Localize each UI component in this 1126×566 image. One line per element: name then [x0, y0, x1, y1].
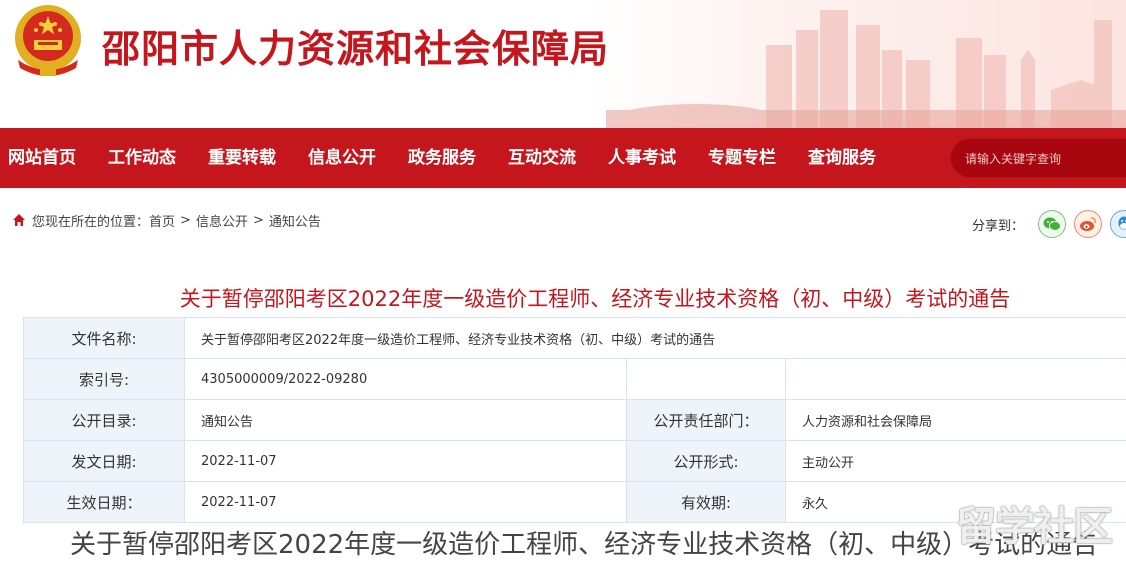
share-label: 分享到： [972, 218, 1025, 234]
breadcrumb-home[interactable]: 首页 [149, 211, 175, 230]
index-number-value: 4305000009/2022-09280 [184, 358, 627, 400]
catalog-value: 通知公告 [184, 399, 627, 441]
validity-label: 有效期: [626, 481, 786, 523]
nav-item-interaction[interactable]: 互动交流 [508, 128, 576, 188]
nav-item-personnel-exam[interactable]: 人事考试 [608, 128, 676, 188]
wechat-icon[interactable] [1038, 210, 1067, 238]
nav-item-reprints[interactable]: 重要转载 [208, 128, 276, 188]
nav-item-info-public[interactable]: 信息公开 [308, 128, 376, 188]
site-banner: 邵阳市人力资源和社会保障局 [0, 0, 1126, 128]
file-name-value: 关于暂停邵阳考区2022年度一级造价工程师、经济专业技术资格（初、中级）考试的通… [183, 317, 1126, 359]
file-name-label: 文件名称: [23, 317, 185, 359]
issue-date-label: 发文日期: [23, 440, 185, 482]
index-number-label: 索引号: [23, 358, 185, 400]
breadcrumb-notices[interactable]: 通知公告 [269, 211, 321, 230]
breadcrumb: 您现在所在的位置： 首页 > 信息公开 > 通知公告 [12, 210, 321, 230]
document-meta-table: 文件名称: 关于暂停邵阳考区2022年度一级造价工程师、经济专业技术资格（初、中… [23, 317, 1126, 523]
responsible-dept-label: 公开责任部门： [626, 399, 786, 441]
national-emblem-icon [15, 5, 81, 76]
article-heading-body: 关于暂停邵阳考区2022年度一级造价工程师、经济专业技术资格（初、中级）考试的通… [70, 530, 1099, 560]
search-box [950, 138, 1126, 178]
nav-item-query-services[interactable]: 查询服务 [808, 128, 876, 188]
responsible-dept-value: 人力资源和社会保障局 [784, 399, 1126, 441]
nav-item-gov-services[interactable]: 政务服务 [408, 128, 476, 188]
table-row: 索引号: 4305000009/2022-09280 [23, 358, 1126, 400]
breadcrumb-separator: > [180, 212, 191, 228]
home-icon [13, 214, 25, 226]
weibo-icon[interactable] [1074, 210, 1103, 238]
empty-cell [784, 358, 1126, 400]
site-title: 邵阳市人力资源和社会保障局 [102, 27, 610, 71]
search-input[interactable] [965, 148, 1125, 170]
effective-date-label: 生效日期： [23, 481, 185, 523]
nav-item-special-topics[interactable]: 专题专栏 [708, 128, 776, 188]
effective-date-value: 2022-11-07 [184, 481, 627, 523]
qq-icon[interactable] [1110, 210, 1126, 238]
catalog-label: 公开目录: [23, 399, 185, 441]
table-row: 发文日期: 2022-11-07 公开形式: 主动公开 [23, 440, 1126, 482]
table-row: 公开目录: 通知公告 公开责任部门： 人力资源和社会保障局 [23, 399, 1126, 441]
table-row: 文件名称: 关于暂停邵阳考区2022年度一级造价工程师、经济专业技术资格（初、中… [23, 317, 1126, 359]
disclosure-form-label: 公开形式: [626, 440, 786, 482]
issue-date-value: 2022-11-07 [184, 440, 627, 482]
watermark: 留学社区 [956, 504, 1113, 550]
article-title: 关于暂停邵阳考区2022年度一级造价工程师、经济专业技术资格（初、中级）考试的通… [179, 287, 1011, 311]
breadcrumb-info-public[interactable]: 信息公开 [196, 211, 248, 230]
share-bar: 分享到： [972, 210, 1126, 238]
nav-item-work-news[interactable]: 工作动态 [108, 128, 176, 188]
empty-cell [626, 358, 786, 400]
city-skyline-decoration [606, 10, 1126, 128]
nav-item-home[interactable]: 网站首页 [8, 128, 76, 188]
breadcrumb-prefix: 您现在所在的位置： [32, 214, 150, 230]
breadcrumb-separator: > [252, 212, 264, 228]
disclosure-form-value: 主动公开 [784, 440, 1126, 482]
